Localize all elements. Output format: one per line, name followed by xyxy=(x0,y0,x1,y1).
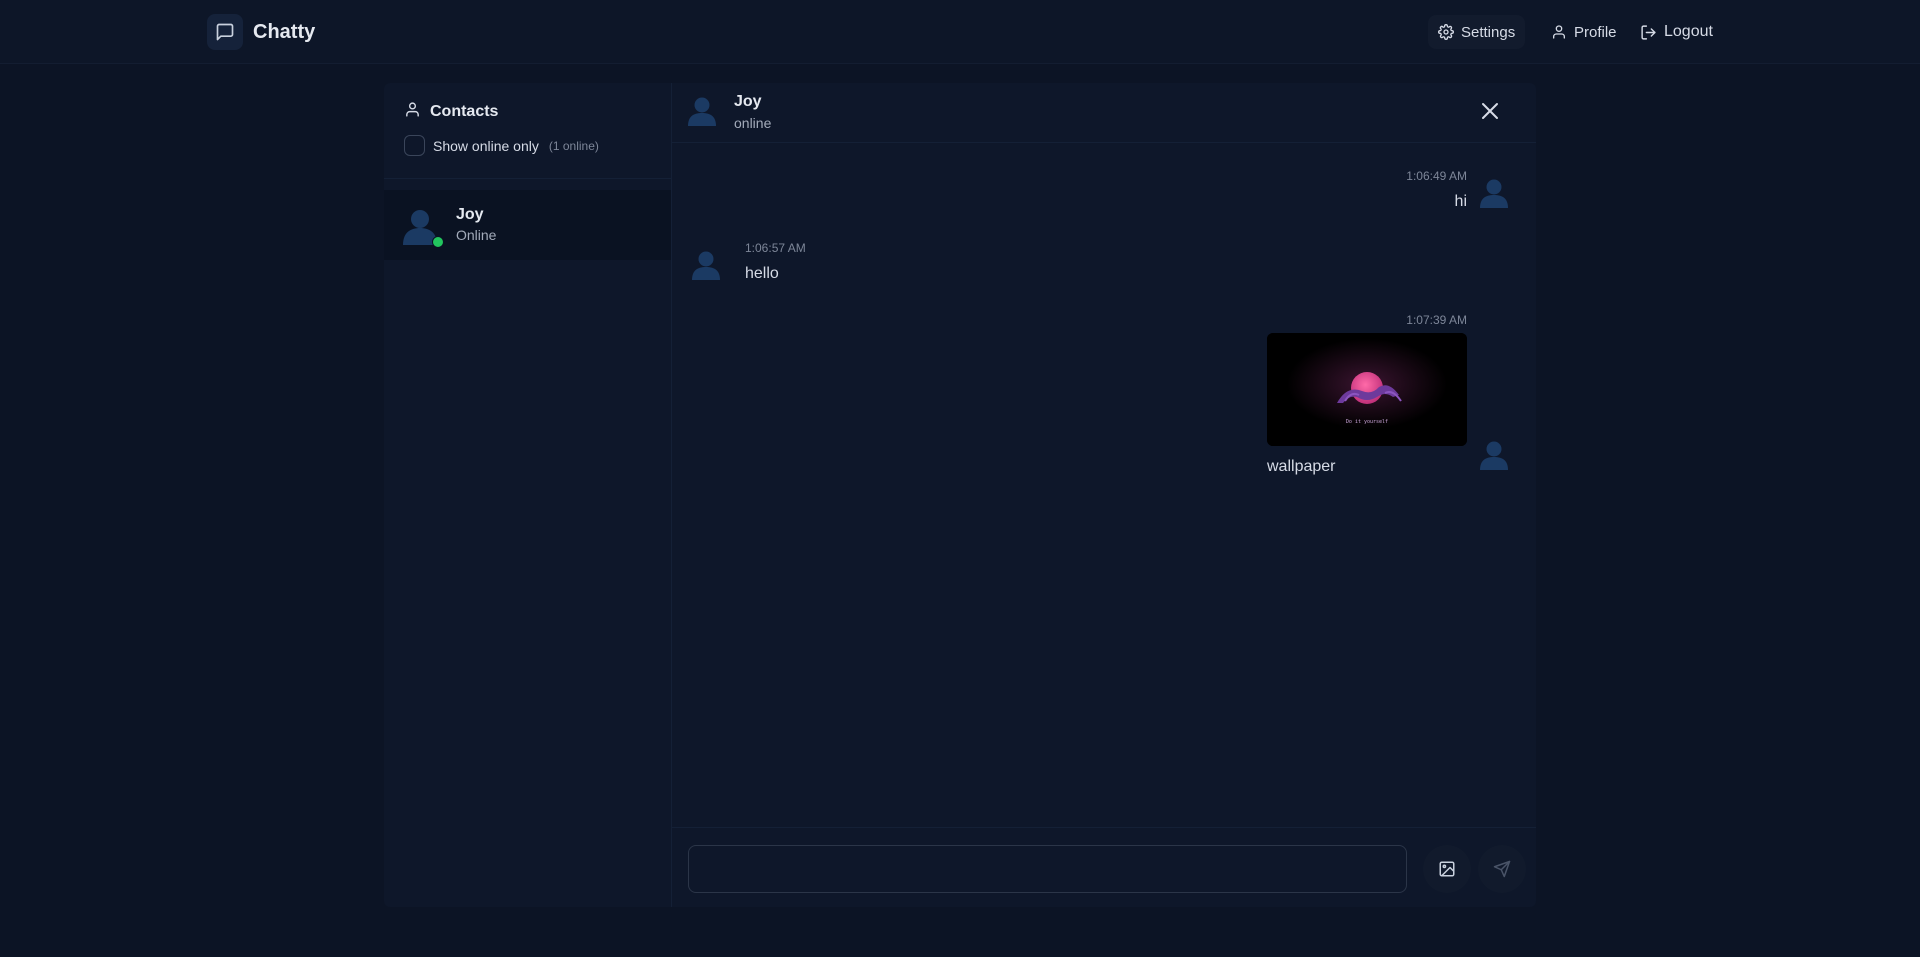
contacts-heading: Contacts xyxy=(404,101,498,123)
chat-header: Joy online xyxy=(672,83,1536,143)
message-input[interactable] xyxy=(688,845,1407,893)
logout-button[interactable]: Logout xyxy=(1630,15,1723,49)
avatar xyxy=(692,251,720,280)
message-text: hi xyxy=(1454,193,1467,210)
online-only-label[interactable]: Show online only xyxy=(433,138,539,154)
message-text: hello xyxy=(745,265,779,282)
image-icon xyxy=(1439,861,1455,877)
message-image[interactable]: Do it yourself xyxy=(1267,333,1467,446)
chat-contact-status: online xyxy=(734,115,772,131)
message-square-icon xyxy=(207,14,243,50)
send-icon xyxy=(1493,860,1511,878)
sidebar-header: Contacts Show online only (1 online) xyxy=(384,83,672,179)
logout-label: Logout xyxy=(1664,23,1713,40)
app-name: Chatty xyxy=(253,20,316,43)
online-status-dot xyxy=(432,236,444,248)
settings-label: Settings xyxy=(1461,23,1516,41)
message-time: 1:06:57 AM xyxy=(745,241,806,255)
message-text: wallpaper xyxy=(1267,458,1336,475)
message-time: 1:07:39 AM xyxy=(1406,313,1467,327)
avatar xyxy=(1480,441,1508,470)
user-icon xyxy=(404,101,421,123)
gear-icon xyxy=(1438,24,1454,40)
contact-name: Joy xyxy=(456,206,484,223)
image-caption: Do it yourself xyxy=(1345,419,1389,425)
brand-link[interactable]: Chatty xyxy=(207,14,315,50)
message-composer xyxy=(672,827,1536,907)
user-icon xyxy=(1551,24,1567,40)
attach-image-button[interactable] xyxy=(1423,845,1471,893)
avatar xyxy=(1480,179,1508,208)
contacts-title: Contacts xyxy=(430,103,499,120)
contact-item-joy[interactable]: Joy Online xyxy=(384,190,671,260)
online-only-checkbox[interactable] xyxy=(404,135,425,156)
message-time: 1:06:49 AM xyxy=(1406,169,1467,183)
send-button[interactable] xyxy=(1478,845,1526,893)
chat-contact-name: Joy xyxy=(734,93,762,110)
online-filter[interactable]: Show online only (1 online) xyxy=(404,135,599,156)
contacts-sidebar: Contacts Show online only (1 online) Joy… xyxy=(384,83,672,907)
chat-container: Contacts Show online only (1 online) Joy… xyxy=(384,83,1536,907)
profile-label: Profile xyxy=(1574,23,1617,41)
close-icon[interactable] xyxy=(1478,99,1502,123)
wallpaper-image xyxy=(1267,333,1467,446)
chat-panel: Joy online 1:06:49 AM hi 1:06:57 AM hell… xyxy=(672,83,1536,907)
logout-icon xyxy=(1640,24,1657,41)
profile-button[interactable]: Profile xyxy=(1541,15,1627,49)
online-count: (1 online) xyxy=(548,138,599,153)
avatar xyxy=(688,97,716,126)
top-navbar: Chatty Settings Profile Logout xyxy=(0,0,1920,64)
settings-button[interactable]: Settings xyxy=(1428,15,1526,49)
contact-status: Online xyxy=(456,227,497,243)
